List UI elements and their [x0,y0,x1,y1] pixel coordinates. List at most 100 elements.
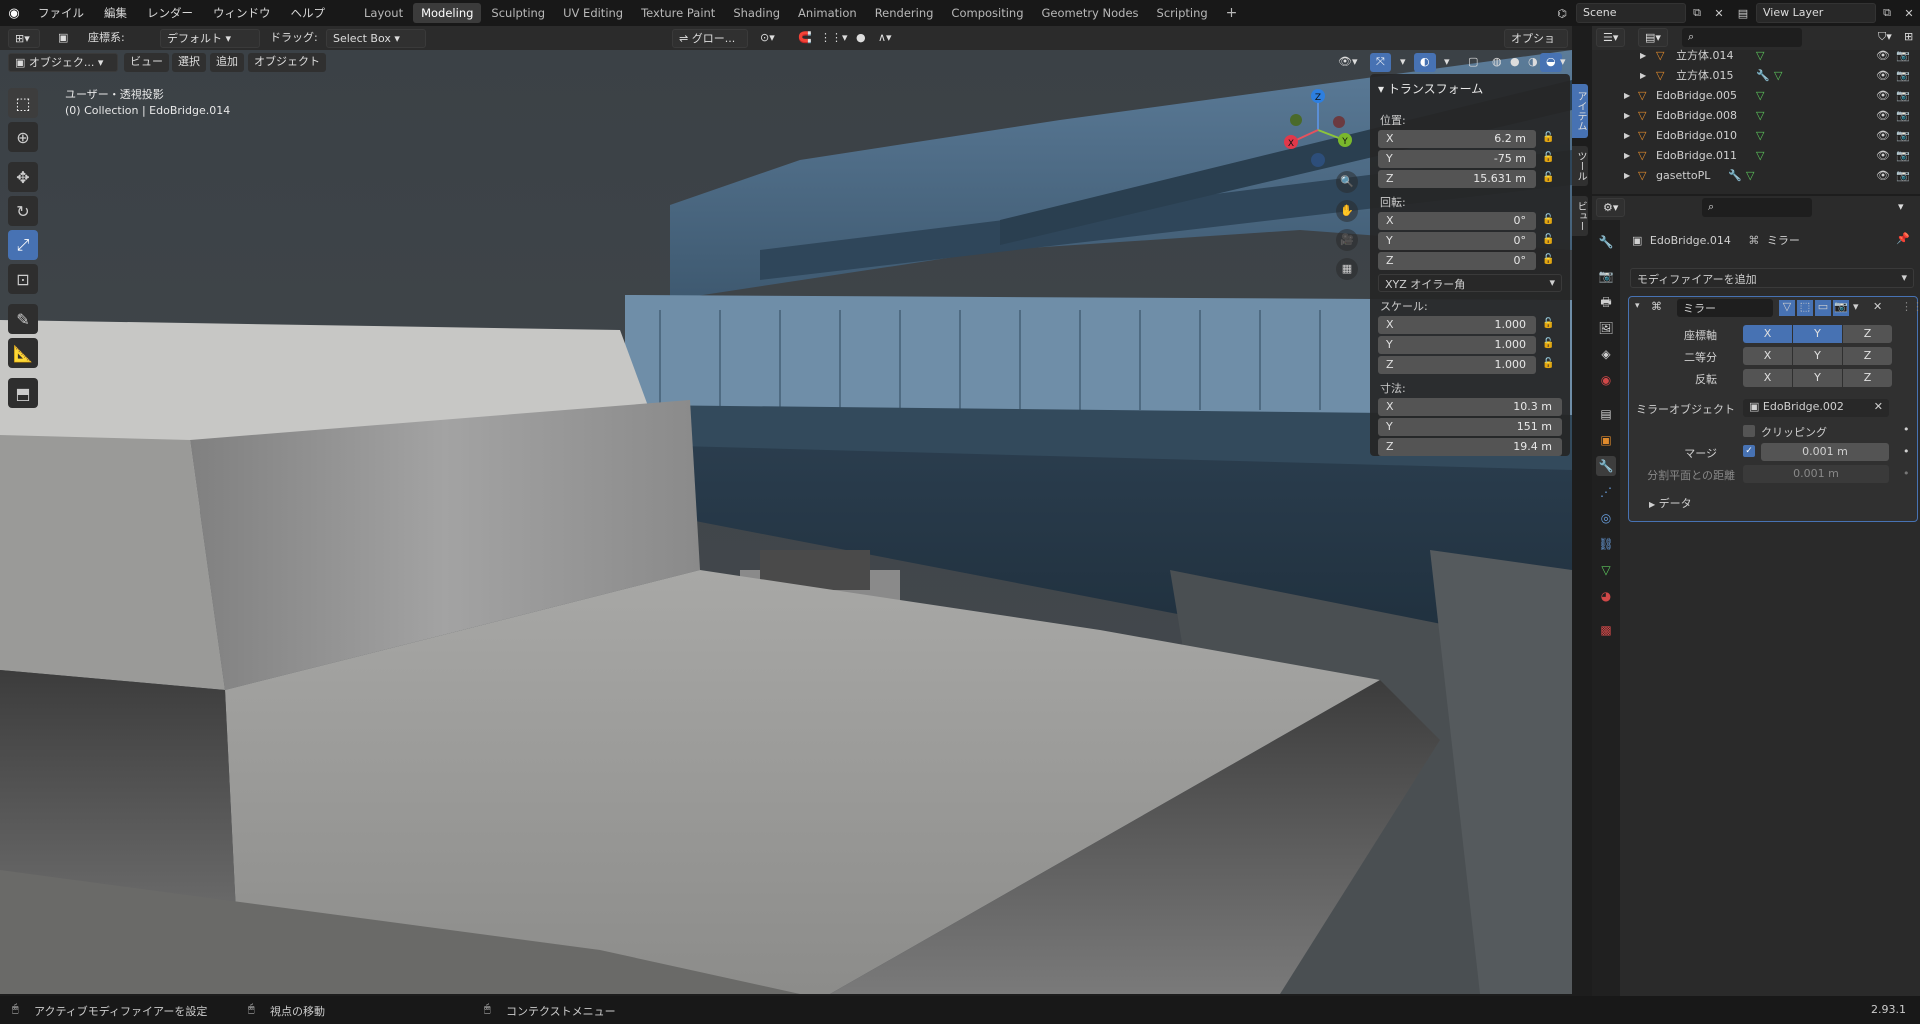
gizmo-dropdown-icon[interactable]: ▾ [1394,53,1412,72]
view-layer-tab-icon[interactable]: 🖼 [1596,318,1616,338]
new-view-layer-icon[interactable]: ⧉ [1876,6,1898,20]
menu-view[interactable]: ビュー [124,53,169,72]
select-box-tool-icon[interactable]: ⬚ [8,88,38,118]
rotation-y-field[interactable]: Y 0° [1378,232,1536,250]
properties-search-input[interactable]: ⌕ [1702,198,1812,217]
view-layer-icon[interactable]: ▤ [1730,7,1756,20]
editor-type-icon[interactable]: ⊞▾ [8,29,40,48]
zoom-icon[interactable]: 🔍 [1336,171,1358,193]
active-tool-icon[interactable]: ▣ [52,29,74,48]
eye-icon[interactable]: 👁 [1876,86,1890,106]
dimensions-x-field[interactable]: X 10.3 m [1378,398,1562,416]
xray-icon[interactable]: ▢ [1462,53,1484,72]
axis-z-button[interactable]: Z [1843,325,1892,343]
menu-file[interactable]: ファイル [28,0,94,26]
expand-icon[interactable]: ▶ [1624,106,1630,126]
display-mode-icon[interactable]: ▤▾ [1638,28,1668,47]
tab-item[interactable]: アイテム [1572,84,1588,138]
filter-icon[interactable]: ⛉▾ [1872,28,1898,47]
material-tab-icon[interactable]: ◕ [1596,586,1616,606]
scene-tab-icon[interactable]: ◈ [1596,344,1616,364]
realtime-icon[interactable]: ▭ [1815,300,1831,316]
list-item[interactable]: ▶ ▽ EdoBridge.011 ▽ 👁 📷 [1592,146,1920,166]
dimensions-z-field[interactable]: Z 19.4 m [1378,438,1562,456]
output-tab-icon[interactable]: 🖶 [1596,292,1616,312]
lock-icon[interactable]: 🔓 [1542,254,1556,268]
menu-add[interactable]: 追加 [210,53,244,72]
collection-tab-icon[interactable]: ▤ [1596,404,1616,424]
camera-icon[interactable]: 📷 [1896,106,1910,126]
collapse-icon[interactable]: ▾ [1635,301,1640,311]
tab-compositing[interactable]: Compositing [943,3,1031,23]
measure-tool-icon[interactable]: 📐 [8,338,38,368]
snap-target-icon[interactable]: ⋮⋮▾ [814,29,854,48]
properties-options-icon[interactable]: ▾ [1892,198,1910,217]
world-tab-icon[interactable]: ◉ [1596,370,1616,390]
lock-icon[interactable]: 🔓 [1542,358,1556,372]
transform-panel-header[interactable]: ▾ トランスフォーム [1378,80,1483,97]
tab-geometry-nodes[interactable]: Geometry Nodes [1034,3,1147,23]
tab-view[interactable]: ビュー [1572,196,1588,236]
pivot-icon[interactable]: ⊙▾ [754,29,781,48]
rotate-tool-icon[interactable]: ↻ [8,196,38,226]
keyframe-dot-icon[interactable]: • [1903,467,1910,480]
navigation-gizmo[interactable]: Z Y X [1278,88,1358,168]
expand-icon[interactable]: ▶ [1624,146,1630,166]
list-item[interactable]: ▶ ▽ 立方体.015 🔧 ▽ 👁 📷 [1592,66,1920,86]
bisect-distance-field[interactable]: 0.001 m [1743,465,1889,483]
rotation-x-field[interactable]: X 0° [1378,212,1536,230]
expand-icon[interactable]: ▶ [1624,86,1630,106]
tab-animation[interactable]: Animation [790,3,865,23]
properties-editor-icon[interactable]: ⚙▾ [1596,198,1626,217]
drag-handle-icon[interactable]: ⋮⋮ [1901,300,1920,313]
camera-icon[interactable]: 📷 [1896,66,1910,86]
lock-icon[interactable]: 🔓 [1542,214,1556,228]
menu-help[interactable]: ヘルプ [281,0,336,26]
overlay-toggle-icon[interactable]: ◐ [1414,53,1436,72]
drag-dropdown[interactable]: Select Box ▾ [326,29,426,48]
location-x-field[interactable]: X 6.2 m [1378,130,1536,148]
outliner-search-input[interactable]: ⌕ [1682,28,1802,47]
list-item[interactable]: ▶ ▽ gasettoPL 🔧 ▽ 👁 📷 [1592,166,1920,186]
data-tab-icon[interactable]: ▽ [1596,560,1616,580]
lock-icon[interactable]: 🔓 [1542,152,1556,166]
edit-mode-icon[interactable]: ⬚ [1797,300,1813,316]
falloff-icon[interactable]: ∧▾ [872,29,898,48]
menu-select[interactable]: 選択 [172,53,206,72]
mode-dropdown[interactable]: ▣ オブジェク... ▾ [8,53,118,72]
axis-y-button[interactable]: Y [1793,325,1842,343]
modifier-tab-icon[interactable]: 🔧 [1596,456,1616,476]
axis-x-button[interactable]: X [1743,325,1792,343]
bisect-x-button[interactable]: X [1743,347,1792,365]
add-modifier-dropdown[interactable]: モディファイアーを追加 ▾ [1630,268,1914,288]
camera-icon[interactable]: 📷 [1896,86,1910,106]
tab-modeling[interactable]: Modeling [413,3,482,23]
expand-icon[interactable]: ▶ [1640,46,1646,66]
rotation-mode-dropdown[interactable]: XYZ オイラー角 ▾ [1378,274,1562,292]
location-y-field[interactable]: Y -75 m [1378,150,1536,168]
pin-icon[interactable]: 📌 [1896,232,1910,245]
options-dropdown[interactable]: オプション ▾ [1504,29,1568,63]
keyframe-dot-icon[interactable]: • [1903,423,1910,436]
render-tab-icon[interactable]: 📷 [1596,266,1616,286]
tab-layout[interactable]: Layout [356,3,411,23]
lock-icon[interactable]: 🔓 [1542,234,1556,248]
eye-icon[interactable]: 👁 [1876,66,1890,86]
outliner-editor-icon[interactable]: ☰▾ [1596,28,1626,47]
menu-render[interactable]: レンダー [137,0,203,26]
camera-icon[interactable]: 📷 [1896,166,1910,186]
bisect-y-button[interactable]: Y [1793,347,1842,365]
annotate-tool-icon[interactable]: ✎ [8,304,38,334]
eye-icon[interactable]: 👁 [1876,166,1890,186]
menu-edit[interactable]: 編集 [94,0,137,26]
object-tab-icon[interactable]: ▣ [1596,430,1616,450]
lock-icon[interactable]: 🔓 [1542,172,1556,186]
eye-icon[interactable]: 👁 [1876,46,1890,66]
flip-x-button[interactable]: X [1743,369,1792,387]
add-workspace-button[interactable]: + [1218,3,1246,23]
3d-viewport[interactable]: ▣ オブジェク... ▾ ビュー 選択 追加 オブジェクト 👁▾ ⤧ ▾ ◐ ▾… [0,50,1572,994]
list-item[interactable]: ▶ ▽ 立方体.014 ▽ 👁 📷 [1592,46,1920,66]
menu-object[interactable]: オブジェクト [248,53,326,72]
eye-icon[interactable]: 👁 [1876,146,1890,166]
merge-checkbox[interactable]: ✓ [1743,445,1755,457]
